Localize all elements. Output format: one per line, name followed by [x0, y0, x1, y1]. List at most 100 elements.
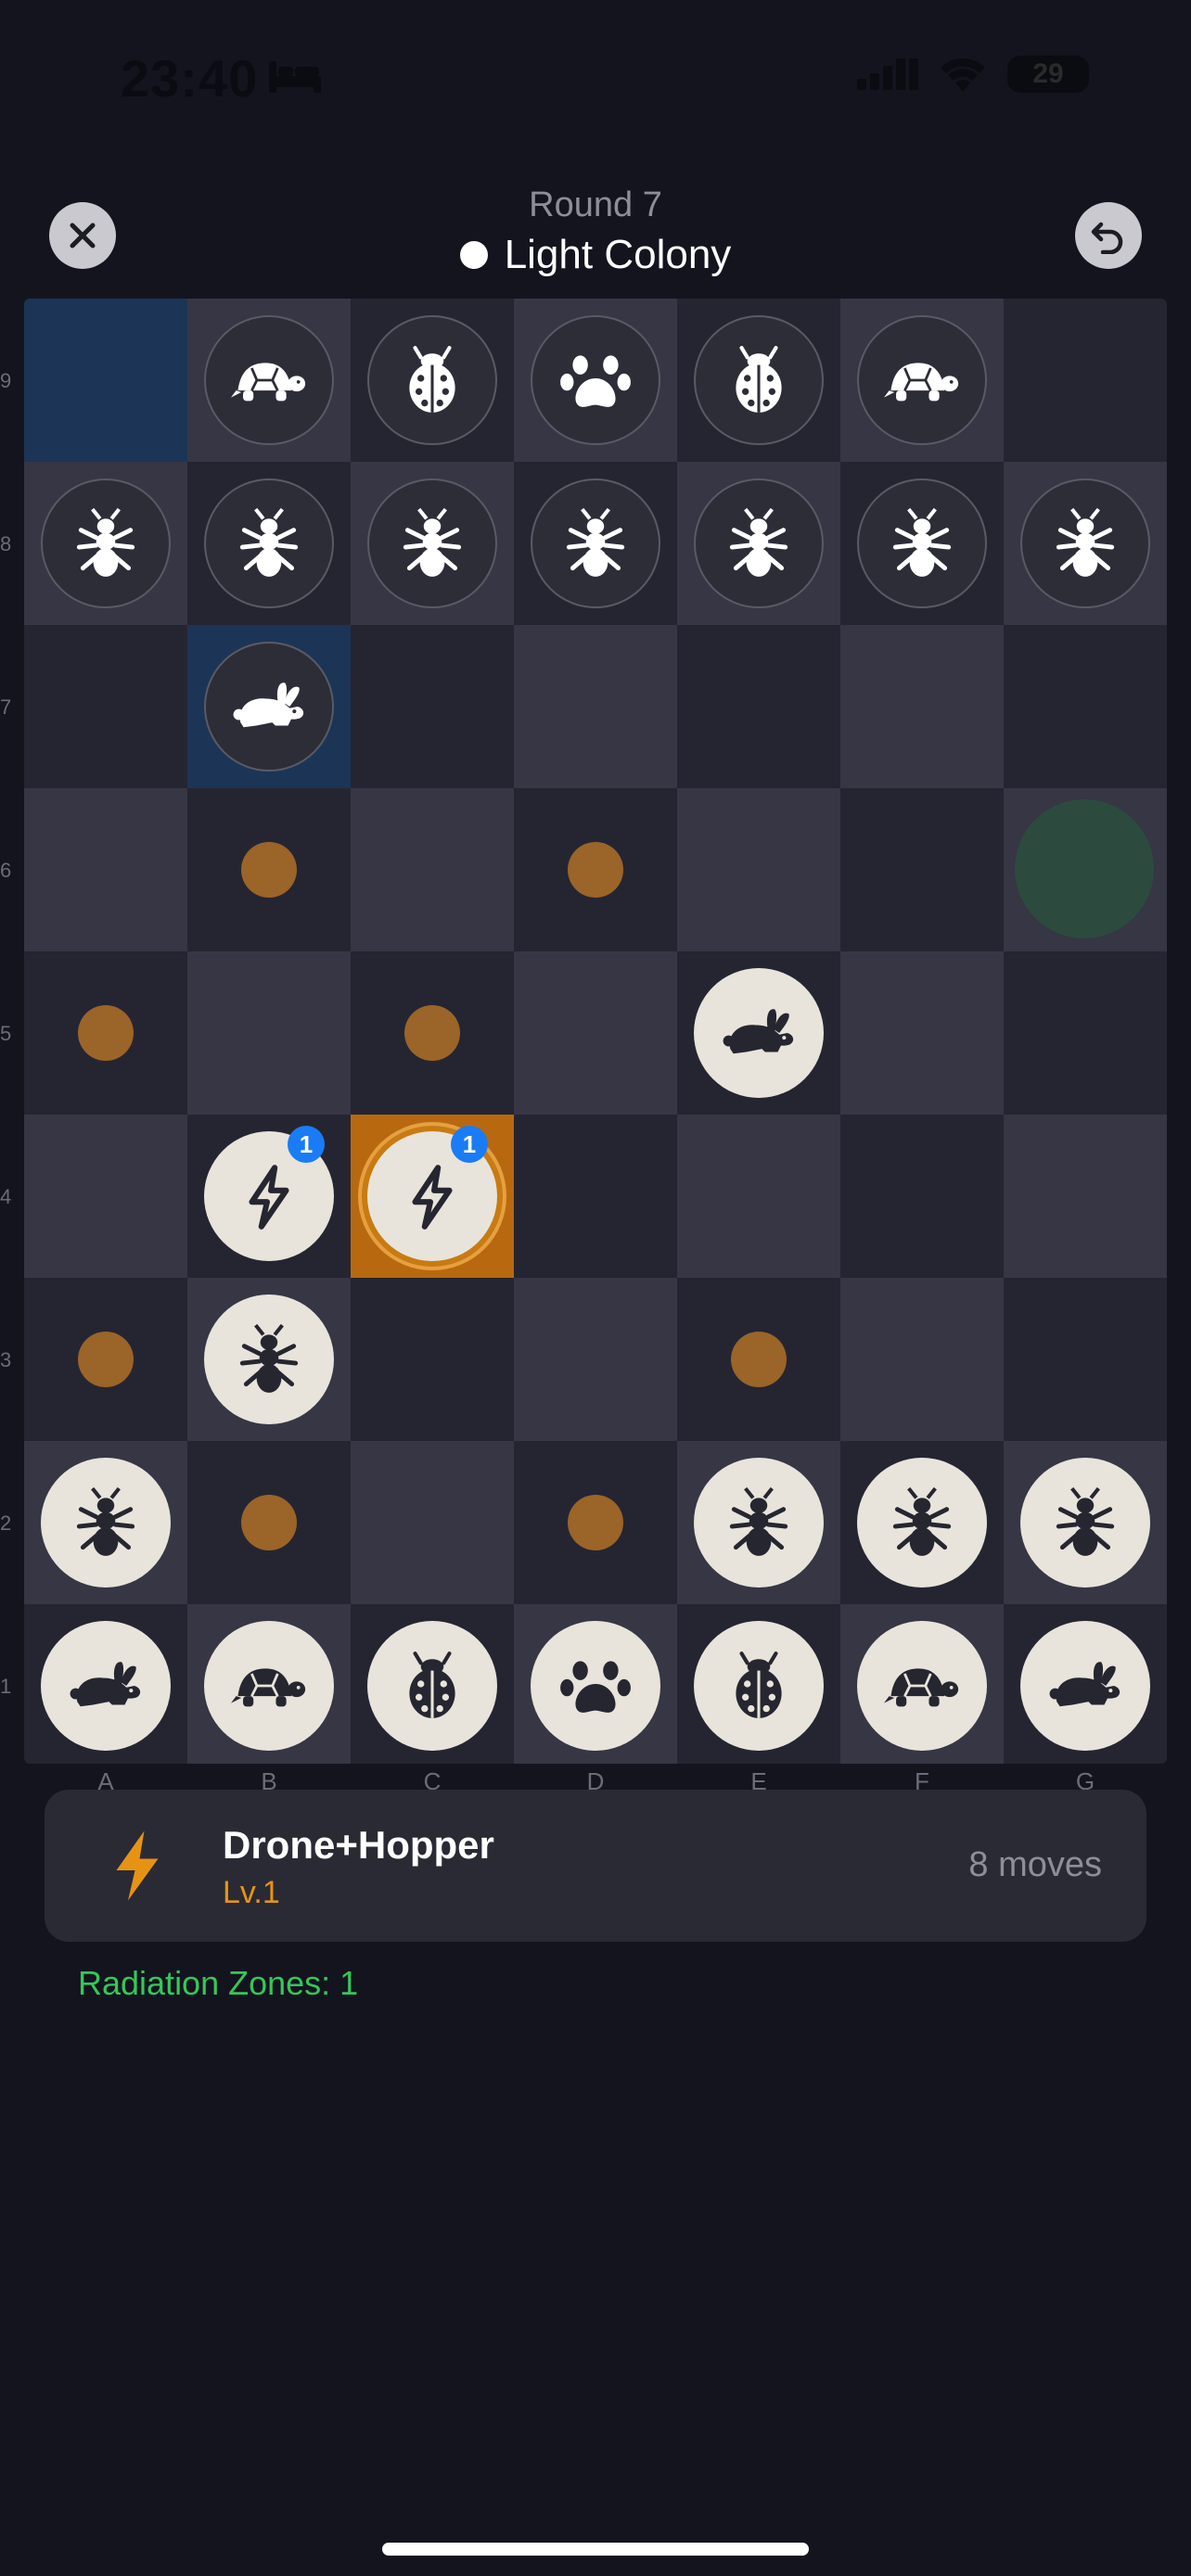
board-cell-A2[interactable]	[24, 1441, 187, 1604]
board-cell-A9[interactable]	[24, 299, 187, 462]
board-cell-E7[interactable]	[677, 625, 840, 788]
board-cell-F9[interactable]	[840, 299, 1004, 462]
light-rabbit-piece[interactable]	[41, 1621, 171, 1751]
board-cell-D2[interactable]	[514, 1441, 677, 1604]
board-cell-G9[interactable]	[1004, 299, 1167, 462]
board-cell-A3[interactable]	[24, 1278, 187, 1441]
dark-turtle-piece[interactable]	[857, 315, 987, 445]
board-cell-D5[interactable]	[514, 951, 677, 1115]
board-cell-G6[interactable]	[1004, 788, 1167, 951]
board-cell-C5[interactable]	[351, 951, 514, 1115]
dark-rabbit-piece[interactable]	[204, 642, 334, 772]
light-ant-piece[interactable]	[694, 1458, 824, 1588]
undo-button[interactable]	[1075, 202, 1142, 269]
board-cell-G3[interactable]	[1004, 1278, 1167, 1441]
dark-ant-piece[interactable]	[694, 478, 824, 608]
board-cell-B6[interactable]	[187, 788, 351, 951]
board-cell-F2[interactable]	[840, 1441, 1004, 1604]
board-cell-B4[interactable]: 1	[187, 1115, 351, 1278]
board-cell-C6[interactable]	[351, 788, 514, 951]
board-cell-E3[interactable]	[677, 1278, 840, 1441]
board-cell-A5[interactable]	[24, 951, 187, 1115]
board-cell-A7[interactable]	[24, 625, 187, 788]
board-cell-E4[interactable]	[677, 1115, 840, 1278]
light-ant-piece[interactable]	[1020, 1458, 1150, 1588]
light-turtle-piece[interactable]	[204, 1621, 334, 1751]
move-target-dot[interactable]	[568, 842, 623, 898]
board-cell-E2[interactable]	[677, 1441, 840, 1604]
board-cell-C3[interactable]	[351, 1278, 514, 1441]
light-rabbit-piece[interactable]	[1020, 1621, 1150, 1751]
board-cell-C7[interactable]	[351, 625, 514, 788]
dark-ladybug-piece[interactable]	[367, 315, 497, 445]
board-cell-B2[interactable]	[187, 1441, 351, 1604]
move-target-dot[interactable]	[404, 1005, 460, 1061]
move-target-dot[interactable]	[78, 1005, 134, 1061]
board-cell-A8[interactable]	[24, 462, 187, 625]
board-cell-F6[interactable]	[840, 788, 1004, 951]
board-cell-F7[interactable]	[840, 625, 1004, 788]
light-bolt-piece[interactable]: 1	[204, 1126, 334, 1261]
dark-ant-piece[interactable]	[204, 478, 334, 608]
dark-paw-piece[interactable]	[531, 315, 660, 445]
light-ladybug-piece[interactable]	[694, 1621, 824, 1751]
move-target-dot[interactable]	[731, 1332, 787, 1387]
board-cell-B8[interactable]	[187, 462, 351, 625]
board-cell-G1[interactable]	[1004, 1604, 1167, 1764]
move-target-dot[interactable]	[241, 842, 297, 898]
dark-ant-piece[interactable]	[531, 478, 660, 608]
board-cell-D8[interactable]	[514, 462, 677, 625]
board-cell-D6[interactable]	[514, 788, 677, 951]
board-cell-C2[interactable]	[351, 1441, 514, 1604]
dark-ladybug-piece[interactable]	[694, 315, 824, 445]
board-cell-C8[interactable]	[351, 462, 514, 625]
light-bolt-piece[interactable]: 1	[367, 1126, 497, 1261]
board-cell-C9[interactable]	[351, 299, 514, 462]
light-turtle-piece[interactable]	[857, 1621, 987, 1751]
dark-turtle-piece[interactable]	[204, 315, 334, 445]
board-cell-E8[interactable]	[677, 462, 840, 625]
board-cell-A6[interactable]	[24, 788, 187, 951]
move-target-dot[interactable]	[241, 1495, 297, 1550]
board-cell-E6[interactable]	[677, 788, 840, 951]
move-target-dot[interactable]	[568, 1495, 623, 1550]
board-cell-F3[interactable]	[840, 1278, 1004, 1441]
board-cell-G2[interactable]	[1004, 1441, 1167, 1604]
light-rabbit-piece[interactable]	[694, 968, 824, 1098]
board-cell-F4[interactable]	[840, 1115, 1004, 1278]
board-cell-B5[interactable]	[187, 951, 351, 1115]
home-indicator[interactable]	[382, 2543, 809, 2556]
board-cell-B1[interactable]	[187, 1604, 351, 1764]
board-cell-D9[interactable]	[514, 299, 677, 462]
dark-ant-piece[interactable]	[367, 478, 497, 608]
board-cell-E1[interactable]	[677, 1604, 840, 1764]
light-ant-piece[interactable]	[857, 1458, 987, 1588]
light-ant-piece[interactable]	[41, 1458, 171, 1588]
light-ladybug-piece[interactable]	[367, 1621, 497, 1751]
board-cell-C1[interactable]	[351, 1604, 514, 1764]
board-cell-F1[interactable]	[840, 1604, 1004, 1764]
board-cell-C4[interactable]: 1	[351, 1115, 514, 1278]
board-cell-D1[interactable]	[514, 1604, 677, 1764]
board-cell-A4[interactable]	[24, 1115, 187, 1278]
board-cell-D7[interactable]	[514, 625, 677, 788]
dark-ant-piece[interactable]	[857, 478, 987, 608]
dark-ant-piece[interactable]	[1020, 478, 1150, 608]
board-cell-E5[interactable]	[677, 951, 840, 1115]
move-target-dot[interactable]	[78, 1332, 134, 1387]
board-cell-F5[interactable]	[840, 951, 1004, 1115]
board-cell-A1[interactable]	[24, 1604, 187, 1764]
board-cell-B3[interactable]	[187, 1278, 351, 1441]
board-cell-F8[interactable]	[840, 462, 1004, 625]
board-cell-D4[interactable]	[514, 1115, 677, 1278]
board-cell-D3[interactable]	[514, 1278, 677, 1441]
light-paw-piece[interactable]	[531, 1621, 660, 1751]
board-cell-G8[interactable]	[1004, 462, 1167, 625]
board-cell-B9[interactable]	[187, 299, 351, 462]
light-ant-piece[interactable]	[204, 1294, 334, 1424]
board-cell-E9[interactable]	[677, 299, 840, 462]
board-cell-G4[interactable]	[1004, 1115, 1167, 1278]
board-cell-G5[interactable]	[1004, 951, 1167, 1115]
board-cell-G7[interactable]	[1004, 625, 1167, 788]
dark-ant-piece[interactable]	[41, 478, 171, 608]
